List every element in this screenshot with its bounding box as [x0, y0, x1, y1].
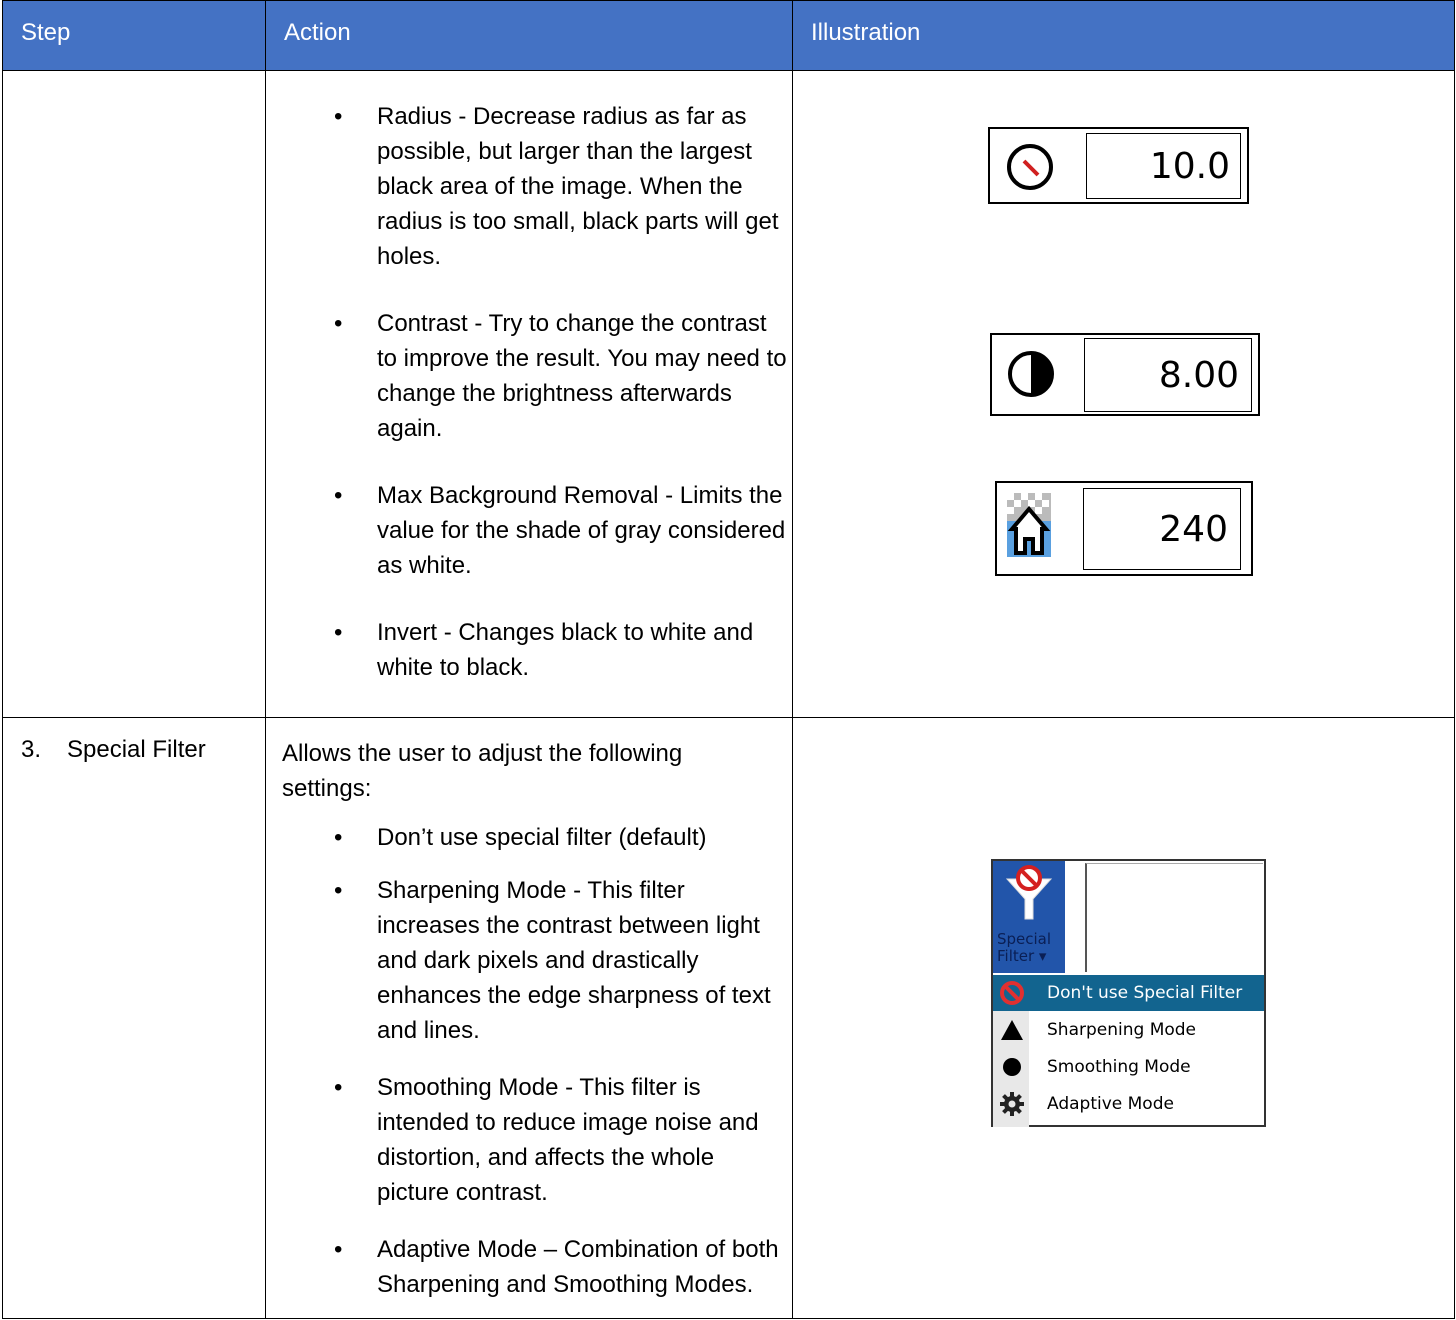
menu-item-smoothing-mode[interactable]: Smoothing Mode [993, 1049, 1264, 1085]
list-item: Invert - Changes black to white and whit… [266, 615, 792, 685]
bullet-list: Radius - Decrease radius as far as possi… [266, 71, 792, 685]
step-cell: 3. Special Filter [2, 717, 266, 1319]
special-filter-button[interactable]: Special Filter ▾ [993, 861, 1065, 973]
contrast-value-field[interactable]: 8.00 [1084, 338, 1252, 412]
step-label: Special Filter [67, 736, 206, 763]
table-row: Radius - Decrease radius as far as possi… [2, 70, 1455, 718]
list-item: Smoothing Mode - This filter is intended… [266, 1070, 792, 1210]
background-removal-widget[interactable]: 240 [995, 481, 1253, 576]
table-header-row: Step Action Illustration [2, 0, 1455, 71]
header-illustration: Illustration [811, 19, 921, 46]
header-action: Action [284, 19, 351, 46]
list-item: Contrast - Try to change the contrast to… [266, 306, 792, 446]
action-cell: Radius - Decrease radius as far as possi… [265, 70, 793, 718]
no-symbol-icon [999, 980, 1025, 1006]
gear-icon [999, 1091, 1025, 1117]
document-table: Step Action Illustration Radius - Decrea… [2, 0, 1455, 1319]
list-item: Don’t use special filter (default) [266, 820, 792, 855]
radius-value-field[interactable]: 10.0 [1086, 133, 1241, 199]
menu-item-sharpening-mode[interactable]: Sharpening Mode [993, 1012, 1264, 1048]
list-item: Radius - Decrease radius as far as possi… [266, 99, 792, 274]
radius-widget[interactable]: 10.0 [988, 127, 1249, 204]
filter-funnel-icon [1003, 865, 1055, 929]
step-number: 3. [21, 736, 42, 763]
radius-gauge-icon [1004, 141, 1056, 198]
header-step: Step [21, 19, 71, 46]
contrast-widget[interactable]: 8.00 [990, 333, 1260, 416]
list-item: Adaptive Mode – Combination of both Shar… [266, 1232, 792, 1302]
special-filter-preview-area [1085, 863, 1263, 972]
illustration-cell: 10.0 8.00 240 [792, 70, 1455, 718]
action-cell: Allows the user to adjust the following … [265, 717, 793, 1319]
menu-item-adaptive-mode[interactable]: Adaptive Mode [993, 1086, 1264, 1122]
special-filter-menu-screenshot: Special Filter ▾ Don't use Special Filte… [991, 859, 1266, 1127]
triangle-icon [999, 1017, 1025, 1043]
menu-item-dont-use-special-filter[interactable]: Don't use Special Filter [993, 975, 1264, 1011]
special-filter-label: Special Filter ▾ [997, 930, 1052, 965]
circle-icon [999, 1054, 1025, 1080]
intro-text: Allows the user to adjust the following … [282, 740, 683, 802]
list-item: Max Background Removal - Limits the valu… [266, 478, 792, 583]
bullet-list: Don’t use special filter (default) Sharp… [266, 806, 792, 1302]
background-value-field[interactable]: 240 [1083, 488, 1241, 570]
contrast-icon [1006, 349, 1056, 404]
house-background-icon [1007, 493, 1051, 562]
table-row: 3. Special Filter Allows the user to adj… [2, 717, 1455, 1319]
illustration-cell: Special Filter ▾ Don't use Special Filte… [792, 717, 1455, 1319]
step-cell-empty [2, 70, 266, 718]
list-item: Sharpening Mode - This filter increases … [266, 873, 792, 1048]
